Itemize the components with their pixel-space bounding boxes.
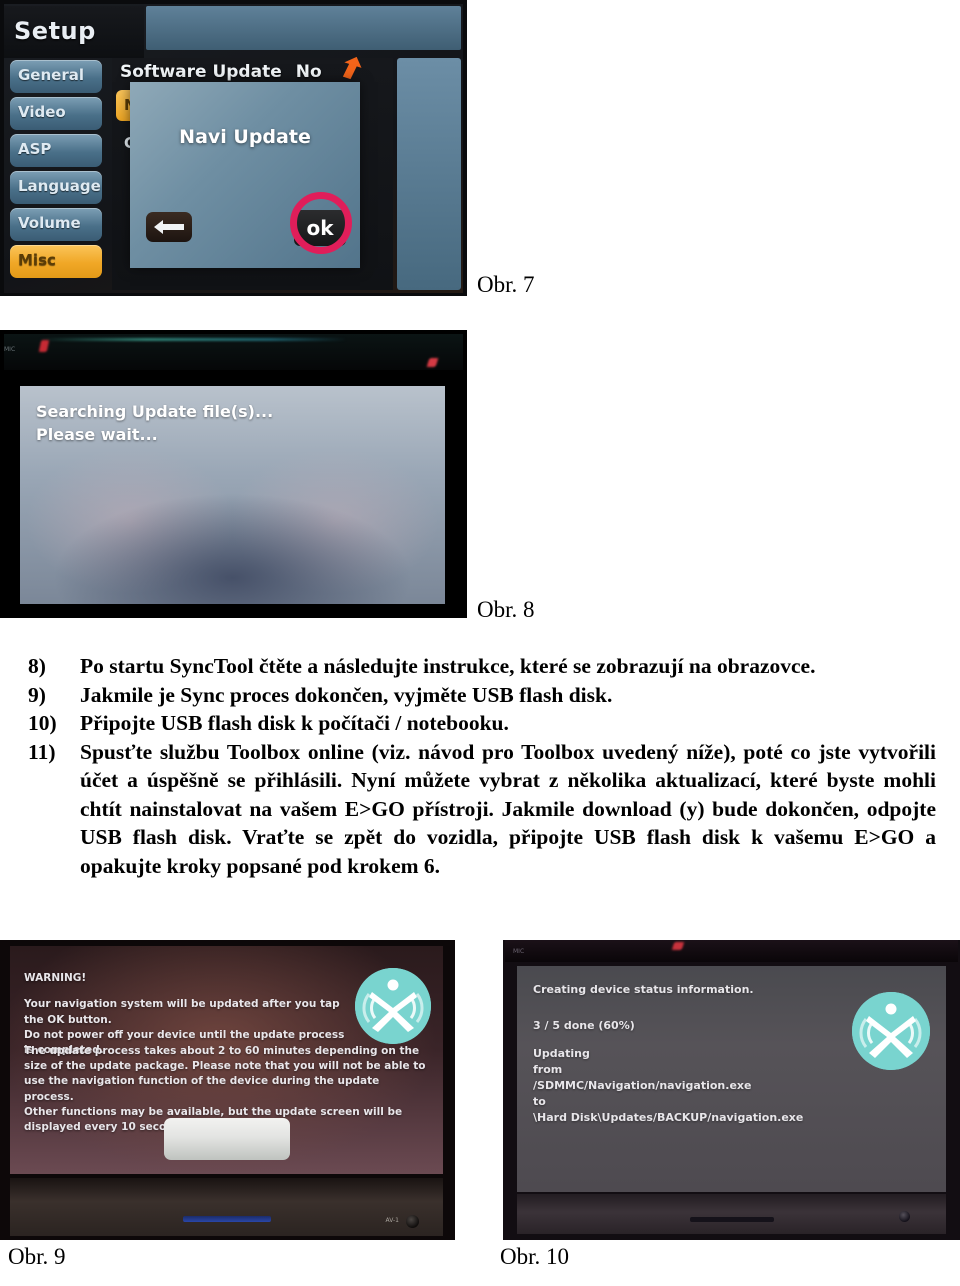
figure-10-caption: Obr. 10 <box>500 1244 569 1269</box>
fig7-sidebar-label-general: General <box>18 66 84 84</box>
fig10-progress-line: 3 / 5 done (60%) <box>533 1019 635 1032</box>
step-text-11: Spusťte službu Toolbox online (viz. návo… <box>80 739 936 878</box>
step-text-10: Připojte USB flash disk k počítači / not… <box>80 711 509 735</box>
navigation-arrow-icon <box>332 52 366 86</box>
step-item-10: 10) Připojte USB flash disk k počítači /… <box>28 709 936 738</box>
fig7-sidebar-label-volume: Volume <box>18 214 81 232</box>
fig8-mic-label: MIC <box>4 346 16 353</box>
step-number-10: 10) <box>28 711 57 735</box>
fig7-sidebar-label-video: Video <box>18 103 66 121</box>
fig10-mic-label: MIC <box>513 948 525 955</box>
fig10-front-panel <box>517 1194 946 1234</box>
fig7-dialog-title: Navi Update <box>179 126 311 148</box>
step-item-11: 11) Spusťte službu Toolbox online (viz. … <box>28 738 936 881</box>
fig7-sidebar-label-asp: ASP <box>18 140 52 158</box>
fig7-software-update-row: Software Update No <box>120 62 322 82</box>
figure-8-searching-update-photo: MIC Searching Update file(s)... Please w… <box>0 330 467 618</box>
fig7-sidebar-item-language[interactable]: Language <box>10 171 102 204</box>
fig9-ok-button[interactable] <box>163 1118 290 1160</box>
fig10-device-top-bar <box>505 940 958 962</box>
fig8-green-glow-line <box>38 338 347 341</box>
fig7-top-strip <box>146 6 461 50</box>
fig7-sidebar-item-misc[interactable]: Misc <box>10 245 102 278</box>
step-number-11: 11) <box>28 739 56 764</box>
fig8-status-message: Searching Update file(s)... Please wait.… <box>36 402 274 444</box>
fig9-warning-text-block: WARNING! Your navigation system will be u… <box>24 956 347 1058</box>
figure-10-device-status-photo: MIC Creating device status information. … <box>503 940 960 1240</box>
navi-person-logo-icon <box>355 968 431 1044</box>
fig7-sidebar-item-video[interactable]: Video <box>10 97 102 130</box>
fig7-sidebar-item-asp[interactable]: ASP <box>10 134 102 167</box>
figure-9-warning-screen-photo: WARNING! Your navigation system will be u… <box>0 940 455 1240</box>
step-number-8: 8) <box>28 654 46 678</box>
instruction-steps-list: 8) Po startu SyncTool čtěte a následujte… <box>28 652 936 880</box>
fig9-front-panel: AV-1 <box>10 1178 443 1236</box>
step-text-8: Po startu SyncTool čtěte a následujte in… <box>80 654 816 678</box>
fig7-software-update-label: Software Update <box>120 62 282 82</box>
fig7-sidebar-label-language: Language <box>18 177 101 195</box>
fig7-navi-update-dialog: Navi Update ok <box>130 82 360 268</box>
fig7-right-pane <box>397 58 461 290</box>
fig7-sidebar: General Video ASP Language Volume Misc <box>4 58 108 290</box>
fig7-sidebar-label-misc: Misc <box>18 251 56 269</box>
step-number-9: 9) <box>28 682 46 707</box>
fig9-screen: WARNING! Your navigation system will be u… <box>10 946 443 1174</box>
figure-7-caption: Obr. 7 <box>477 272 535 297</box>
fig8-screen: Searching Update file(s)... Please wait.… <box>20 386 445 604</box>
step-item-9: 9) Jakmile je Sync proces dokončen, vyjm… <box>28 681 936 710</box>
figure-7-setup-navi-update-photo: Setup General Video ASP Language Volume … <box>0 0 467 296</box>
fig10-screen: Creating device status information. 3 / … <box>517 966 946 1192</box>
step-text-9: Jakmile je Sync proces dokončen, vyjměte… <box>80 682 613 707</box>
fig7-dialog-ok-button[interactable]: ok <box>294 210 346 246</box>
back-arrow-icon[interactable] <box>146 212 192 242</box>
fig10-disc-slot <box>689 1217 774 1222</box>
fig9-av-jack-icon <box>406 1215 419 1228</box>
fig9-disc-slot <box>182 1216 271 1222</box>
step-item-8: 8) Po startu SyncTool čtěte a následujte… <box>28 652 936 681</box>
fig7-sidebar-item-volume[interactable]: Volume <box>10 208 102 241</box>
fig10-status-line: Creating device status information. <box>533 983 754 996</box>
fig10-detail-lines: Updating from /SDMMC/Navigation/navigati… <box>533 1047 804 1124</box>
fig7-screen-title: Setup <box>14 17 96 45</box>
fig9-av-label: AV-1 <box>385 1217 399 1224</box>
fig7-sidebar-item-general[interactable]: General <box>10 60 102 93</box>
figure-8-caption: Obr. 8 <box>477 597 535 622</box>
fig9-warning-heading: WARNING! <box>24 972 87 985</box>
fig7-software-update-value: No <box>295 62 322 82</box>
fig10-av-jack-icon <box>899 1211 910 1222</box>
figure-9-caption: Obr. 9 <box>8 1244 66 1269</box>
